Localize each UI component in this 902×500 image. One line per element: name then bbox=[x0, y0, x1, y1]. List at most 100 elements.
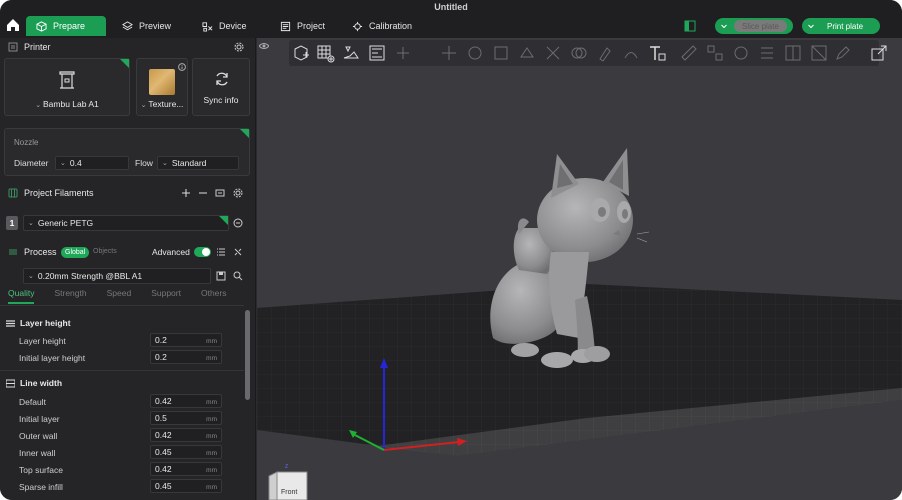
save-icon[interactable] bbox=[216, 271, 226, 281]
tab-calibration[interactable]: Calibration bbox=[342, 16, 422, 36]
tab-speed[interactable]: Speed bbox=[107, 288, 132, 304]
view-cube-shape[interactable]: Front bbox=[267, 468, 313, 500]
section-layer-height: Layer height bbox=[6, 318, 71, 328]
app-window: Untitled Prepare Preview Device Project … bbox=[0, 0, 902, 500]
setting-input[interactable]: 0.42 mm bbox=[150, 462, 222, 476]
plate-type-card[interactable]: ⌄ Texture... bbox=[136, 58, 188, 116]
setting-input[interactable]: 0.2 mm bbox=[150, 333, 222, 347]
tab-quality[interactable]: Quality bbox=[8, 288, 35, 304]
chevron-down-icon: ⌄ bbox=[60, 160, 66, 167]
gear-icon[interactable] bbox=[233, 188, 243, 198]
process-header-label: Process bbox=[24, 247, 57, 257]
scope-global-toggle[interactable]: Global bbox=[61, 247, 90, 258]
window-title: Untitled bbox=[434, 2, 468, 12]
list-icon[interactable] bbox=[216, 247, 226, 257]
search-icon[interactable] bbox=[233, 271, 243, 281]
compare-icon[interactable] bbox=[233, 247, 243, 257]
layout-icon[interactable] bbox=[684, 20, 696, 32]
viewport-3d[interactable]: Front Z bbox=[257, 38, 902, 500]
divider bbox=[0, 305, 244, 306]
tab-label: Calibration bbox=[369, 21, 413, 31]
section-line-width: Line width bbox=[6, 378, 62, 388]
settings-list: Layer height Layer height 0.2 mm Initial … bbox=[0, 310, 244, 500]
advanced-toggle[interactable] bbox=[194, 247, 211, 257]
filament-select[interactable]: ⌄ Generic PETG bbox=[23, 215, 229, 231]
flow-label: Flow bbox=[135, 158, 153, 168]
collapse-sidebar-icon[interactable] bbox=[869, 43, 889, 63]
scale-icon bbox=[494, 46, 508, 60]
calibration-icon bbox=[352, 21, 363, 31]
diameter-select[interactable]: ⌄ 0.4 bbox=[55, 156, 129, 170]
tab-prepare[interactable]: Prepare bbox=[26, 16, 106, 36]
setting-label: Sparse infill bbox=[19, 482, 63, 492]
process-preset-name: 0.20mm Strength @BBL A1 bbox=[37, 271, 143, 281]
scrollbar-thumb[interactable] bbox=[245, 310, 250, 400]
printer-model-card[interactable]: ⌄ Bambu Lab A1 bbox=[4, 58, 130, 116]
filament-index: 1 bbox=[6, 216, 18, 230]
print-plate-button[interactable]: Print plate bbox=[802, 18, 880, 34]
tab-device[interactable]: Device bbox=[192, 16, 257, 36]
process-preset-select[interactable]: ⌄ 0.20mm Strength @BBL A1 bbox=[23, 268, 211, 284]
setting-input[interactable]: 0.45 mm bbox=[150, 445, 222, 459]
tab-others[interactable]: Others bbox=[201, 288, 227, 304]
slice-plate-label: Slice plate bbox=[734, 20, 787, 32]
add-object-icon[interactable] bbox=[291, 43, 311, 63]
tab-support[interactable]: Support bbox=[151, 288, 181, 304]
selected-corner bbox=[219, 216, 228, 225]
info-icon[interactable] bbox=[178, 63, 186, 71]
home-icon[interactable] bbox=[4, 16, 22, 34]
left-panel: Printer ⌄ Bambu Lab A1 ⌄ Texture... Sync… bbox=[0, 38, 256, 500]
tab-project[interactable]: Project bbox=[270, 16, 335, 36]
printer-icon bbox=[59, 71, 75, 89]
divider bbox=[0, 370, 244, 371]
auto-orient-icon[interactable] bbox=[341, 43, 361, 63]
chevron-down-icon[interactable] bbox=[718, 20, 730, 32]
setting-row: Top surface 0.42 mm bbox=[0, 461, 244, 478]
chevron-down-icon[interactable] bbox=[805, 20, 817, 32]
view-cube[interactable]: Front Z bbox=[267, 464, 313, 500]
tab-preview[interactable]: Preview bbox=[112, 16, 181, 36]
viewport-toolbar bbox=[289, 40, 887, 66]
tab-strength[interactable]: Strength bbox=[54, 288, 86, 304]
selected-corner bbox=[240, 129, 249, 138]
sync-info-button[interactable]: Sync info bbox=[192, 58, 250, 116]
filaments-header: Project Filaments bbox=[0, 184, 256, 202]
settings-scrollbar[interactable] bbox=[245, 310, 250, 500]
setting-input[interactable]: 0.2 mm bbox=[150, 350, 222, 364]
eye-icon[interactable] bbox=[259, 42, 269, 50]
filament-edit-icon[interactable] bbox=[233, 218, 243, 228]
filament-sync-icon[interactable] bbox=[215, 188, 225, 198]
printer-header-label: Printer bbox=[24, 42, 51, 52]
printer-model: ⌄ Bambu Lab A1 bbox=[5, 99, 129, 109]
rotate-icon bbox=[468, 46, 482, 60]
unit-label: mm bbox=[206, 338, 217, 345]
setting-label: Top surface bbox=[19, 465, 63, 475]
flow-select[interactable]: ⌄ Standard bbox=[157, 156, 239, 170]
edit-icon bbox=[836, 46, 850, 60]
setting-input[interactable]: 0.5 mm bbox=[150, 411, 222, 425]
unit-label: mm bbox=[206, 355, 217, 362]
selected-corner bbox=[120, 59, 129, 68]
variable-height-icon bbox=[761, 47, 773, 59]
slice-plate-button[interactable]: Slice plate bbox=[715, 18, 793, 34]
setting-input[interactable]: 0.42 mm bbox=[150, 428, 222, 442]
setting-value: 0.5 bbox=[155, 413, 167, 423]
printer-model-label: Bambu Lab A1 bbox=[43, 99, 99, 109]
setting-input[interactable]: 0.45 mm bbox=[150, 479, 222, 493]
add-plate-icon[interactable] bbox=[315, 43, 335, 63]
text-tool-icon[interactable] bbox=[647, 43, 667, 63]
printer-header: Printer bbox=[0, 38, 256, 56]
add-icon[interactable] bbox=[181, 188, 191, 198]
tab-label: Prepare bbox=[53, 21, 86, 31]
chevron-down-icon: ⌄ bbox=[35, 102, 44, 109]
remove-icon[interactable] bbox=[198, 188, 208, 198]
unit-label: mm bbox=[206, 484, 217, 491]
gear-icon[interactable] bbox=[234, 42, 244, 52]
arrange-icon[interactable] bbox=[367, 43, 387, 63]
plate-type: ⌄ Texture... bbox=[137, 99, 187, 109]
setting-input[interactable]: 0.42 mm bbox=[150, 394, 222, 408]
scope-objects-toggle[interactable]: Objects bbox=[93, 248, 117, 255]
scene-canvas[interactable] bbox=[257, 38, 902, 500]
cut-icon bbox=[546, 46, 560, 60]
chevron-down-icon: ⌄ bbox=[28, 273, 34, 280]
